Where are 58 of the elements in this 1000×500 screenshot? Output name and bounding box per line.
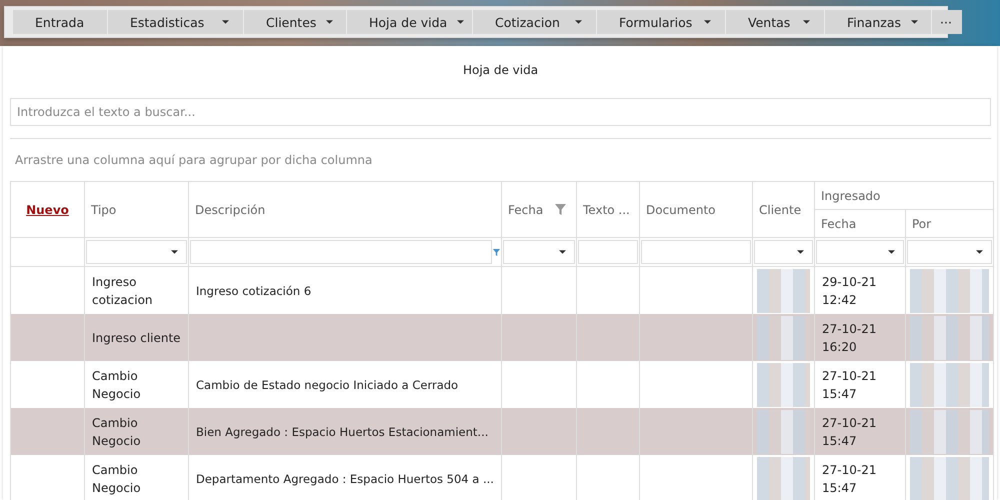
menu-item[interactable]: Ventas (726, 10, 824, 34)
caret-icon (171, 250, 178, 254)
filter-field[interactable] (578, 240, 638, 264)
new-link[interactable]: Nuevo (26, 202, 69, 216)
table-cell: Bien Agregado : Espacio Huertos Estacionamient... (188, 408, 502, 455)
column-header[interactable]: Documento (640, 182, 752, 238)
menu-item[interactable]: Hoja de vida (347, 10, 472, 34)
caret-icon (575, 20, 582, 24)
filter-dropdown[interactable] (86, 240, 187, 264)
caret-icon (976, 250, 984, 254)
caret-icon (911, 20, 918, 24)
caret-icon (457, 20, 464, 24)
table-cell: Cambio Negocio (84, 455, 188, 500)
menu-item[interactable]: Finanzas (825, 10, 931, 34)
pixelated-block (757, 268, 810, 312)
column-header[interactable]: Descripción (188, 182, 502, 238)
caret-icon (326, 20, 334, 24)
filter-icon[interactable] (555, 204, 566, 214)
column-header[interactable]: Texto ... (576, 182, 640, 238)
caret-icon (797, 250, 804, 254)
group-hint: Arrastre una columna aquí para agrupar por dicha columna (14, 152, 374, 169)
table-cell-text: 29-10-21 12:42 (822, 274, 878, 308)
pixelated-block (757, 456, 810, 500)
caret-icon (704, 20, 711, 24)
menu-item[interactable]: Estadisticas (108, 10, 243, 34)
caret-icon (803, 20, 810, 24)
caret-icon (222, 20, 229, 24)
pixelated-block (757, 410, 810, 454)
table-cell: Cambio Negocio (84, 408, 188, 455)
menu-item[interactable]: ··· (932, 10, 962, 34)
filter-field[interactable] (190, 240, 492, 264)
table-cell-text: 27-10-21 15:47 (822, 462, 878, 496)
column-header[interactable]: Tipo (84, 182, 188, 238)
pixelated-block (757, 316, 810, 360)
table-cell-text: 27-10-21 15:47 (822, 414, 878, 450)
table-cell: Departamento Agregado : Espacio Huertos 504 a ... (188, 455, 502, 500)
pixelated-block (757, 362, 810, 406)
column-group-header: Ingresado (814, 182, 994, 210)
menu-item[interactable]: Cotizacion (473, 10, 596, 34)
table-cell-text: 27-10-21 15:47 (822, 368, 878, 402)
caret-icon (559, 250, 566, 254)
filter-icon[interactable] (493, 248, 500, 256)
table-cell: Ingreso cliente (84, 314, 188, 361)
column-header[interactable]: Cliente (752, 182, 814, 238)
page-title: Hoja de vida (462, 62, 540, 79)
menu-item[interactable]: Formularios (597, 10, 725, 34)
search-field[interactable]: Introduzca el texto a buscar... (10, 98, 991, 126)
menu-item[interactable]: Clientes (244, 10, 346, 34)
table-cell-text: 27-10-21 16:20 (822, 320, 878, 356)
column-header[interactable]: Fecha (502, 182, 576, 238)
filter-dropdown[interactable] (816, 240, 904, 264)
filter-dropdown[interactable] (754, 240, 813, 264)
caret-icon (888, 250, 895, 254)
column-header[interactable]: Fecha (814, 210, 906, 238)
column-header[interactable]: Por (906, 210, 994, 238)
filter-dropdown[interactable] (907, 240, 992, 264)
filter-field[interactable] (641, 240, 751, 264)
menu-item[interactable]: Entrada (13, 10, 107, 34)
